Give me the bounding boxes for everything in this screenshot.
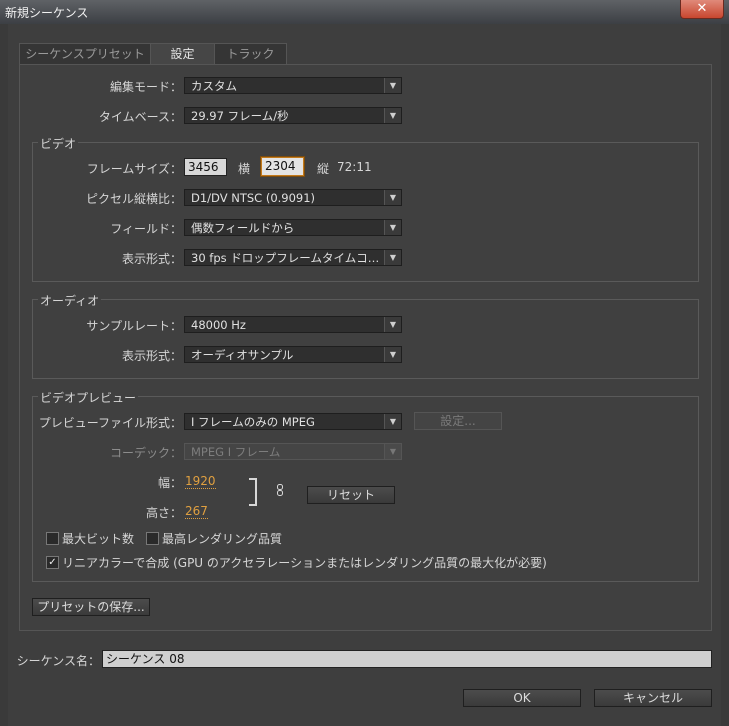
video-display-format-label: 表示形式： [121, 252, 182, 266]
aspect-bracket [249, 478, 257, 506]
link-icon[interactable] [277, 484, 283, 496]
chevron-down-icon: ▼ [384, 317, 401, 332]
audio-group [32, 299, 699, 379]
pixel-aspect-select[interactable]: D1/DV NTSC (0.9091) ▼ [184, 189, 402, 206]
sample-rate-value: 48000 Hz [191, 318, 246, 332]
window-title: 新規シーケンス [5, 6, 89, 20]
max-bit-depth-label: 最大ビット数 [62, 532, 135, 546]
chevron-down-icon: ▼ [384, 250, 401, 265]
preview-height-label: 高さ： [145, 506, 182, 520]
chevron-down-icon: ▼ [384, 444, 401, 459]
max-render-quality-checkbox[interactable] [146, 532, 159, 545]
sequence-name-label: シーケンス名： [16, 654, 100, 668]
field-label: フィールド： [110, 222, 182, 236]
field-select[interactable]: 偶数フィールドから ▼ [184, 219, 402, 236]
linear-color-checkbox[interactable]: ✓ [46, 556, 59, 569]
frame-height-input[interactable]: 2304 [261, 157, 304, 176]
tab-settings[interactable]: 設定 [150, 43, 215, 65]
checkmark-icon: ✓ [48, 557, 57, 568]
timebase-select[interactable]: 29.97 フレーム/秒 ▼ [184, 107, 402, 124]
frame-aspect-ratio: 72:11 [337, 160, 372, 174]
chevron-down-icon: ▼ [384, 220, 401, 235]
reset-button[interactable]: リセット [307, 486, 395, 504]
settings-panel: 編集モード： カスタム ▼ タイムベース： 29.97 フレーム/秒 ▼ ビデオ… [19, 64, 712, 631]
video-preview-group-title: ビデオプレビュー [38, 389, 139, 406]
preview-width-value[interactable]: 1920 [185, 474, 216, 489]
preview-file-format-select[interactable]: I フレームのみの MPEG ▼ [184, 413, 402, 430]
video-display-format-value: 30 fps ドロップフレームタイムコ… [191, 251, 380, 265]
preview-width-label: 幅： [157, 476, 182, 490]
audio-display-format-value: オーディオサンプル [191, 348, 294, 362]
cancel-button[interactable]: キャンセル [594, 689, 712, 707]
preview-height-value[interactable]: 267 [185, 504, 208, 519]
preview-file-format-label: プレビューファイル形式： [38, 416, 182, 430]
close-button[interactable]: ✕ [680, 0, 724, 19]
sample-rate-label: サンプルレート： [86, 319, 182, 333]
chevron-down-icon: ▼ [384, 347, 401, 362]
codec-value: MPEG I フレーム [191, 445, 281, 459]
save-preset-button[interactable]: プリセットの保存... [32, 598, 150, 616]
chevron-down-icon: ▼ [384, 108, 401, 123]
timebase-value: 29.97 フレーム/秒 [191, 109, 289, 123]
chevron-down-icon: ▼ [384, 78, 401, 93]
preview-file-format-value: I フレームのみの MPEG [191, 415, 315, 429]
ok-button[interactable]: OK [463, 689, 581, 707]
pixel-aspect-label: ピクセル縦横比： [85, 192, 182, 206]
tab-tracks[interactable]: トラック [214, 43, 287, 64]
frame-width-unit: 横 [238, 162, 251, 176]
linear-color-label: リニアカラーで合成 (GPU のアクセラレーションまたはレンダリング品質の最大化… [62, 556, 547, 570]
frame-width-input[interactable]: 3456 [184, 158, 227, 176]
audio-display-format-label: 表示形式： [121, 349, 182, 363]
title-bar: 新規シーケンス ✕ [0, 0, 729, 24]
timebase-label: タイムベース： [98, 110, 182, 124]
pixel-aspect-value: D1/DV NTSC (0.9091) [191, 191, 316, 205]
preview-settings-button[interactable]: 設定... [414, 412, 502, 430]
close-icon: ✕ [696, 1, 708, 16]
sequence-name-input[interactable]: シーケンス 08 [102, 650, 712, 668]
video-display-format-select[interactable]: 30 fps ドロップフレームタイムコ… ▼ [184, 249, 402, 266]
edit-mode-select[interactable]: カスタム ▼ [184, 77, 402, 94]
frame-size-label: フレームサイズ： [86, 162, 182, 176]
tab-sequence-presets[interactable]: シーケンスプリセット [19, 43, 151, 64]
codec-label: コーデック： [109, 446, 182, 460]
field-value: 偶数フィールドから [191, 221, 295, 235]
frame-height-unit: 縦 [317, 162, 330, 176]
max-bit-depth-checkbox[interactable] [46, 532, 59, 545]
max-render-quality-label: 最高レンダリング品質 [162, 532, 283, 546]
codec-select[interactable]: MPEG I フレーム ▼ [184, 443, 402, 460]
audio-group-title: オーディオ [38, 292, 102, 309]
chevron-down-icon: ▼ [384, 414, 401, 429]
new-sequence-dialog: シーケンスプリセット 設定 トラック 編集モード： カスタム ▼ タイムベース：… [8, 24, 721, 726]
edit-mode-value: カスタム [191, 79, 237, 93]
chevron-down-icon: ▼ [384, 190, 401, 205]
video-group-title: ビデオ [38, 135, 79, 152]
audio-display-format-select[interactable]: オーディオサンプル ▼ [184, 346, 402, 363]
edit-mode-label: 編集モード： [109, 80, 182, 94]
sample-rate-select[interactable]: 48000 Hz ▼ [184, 316, 402, 333]
